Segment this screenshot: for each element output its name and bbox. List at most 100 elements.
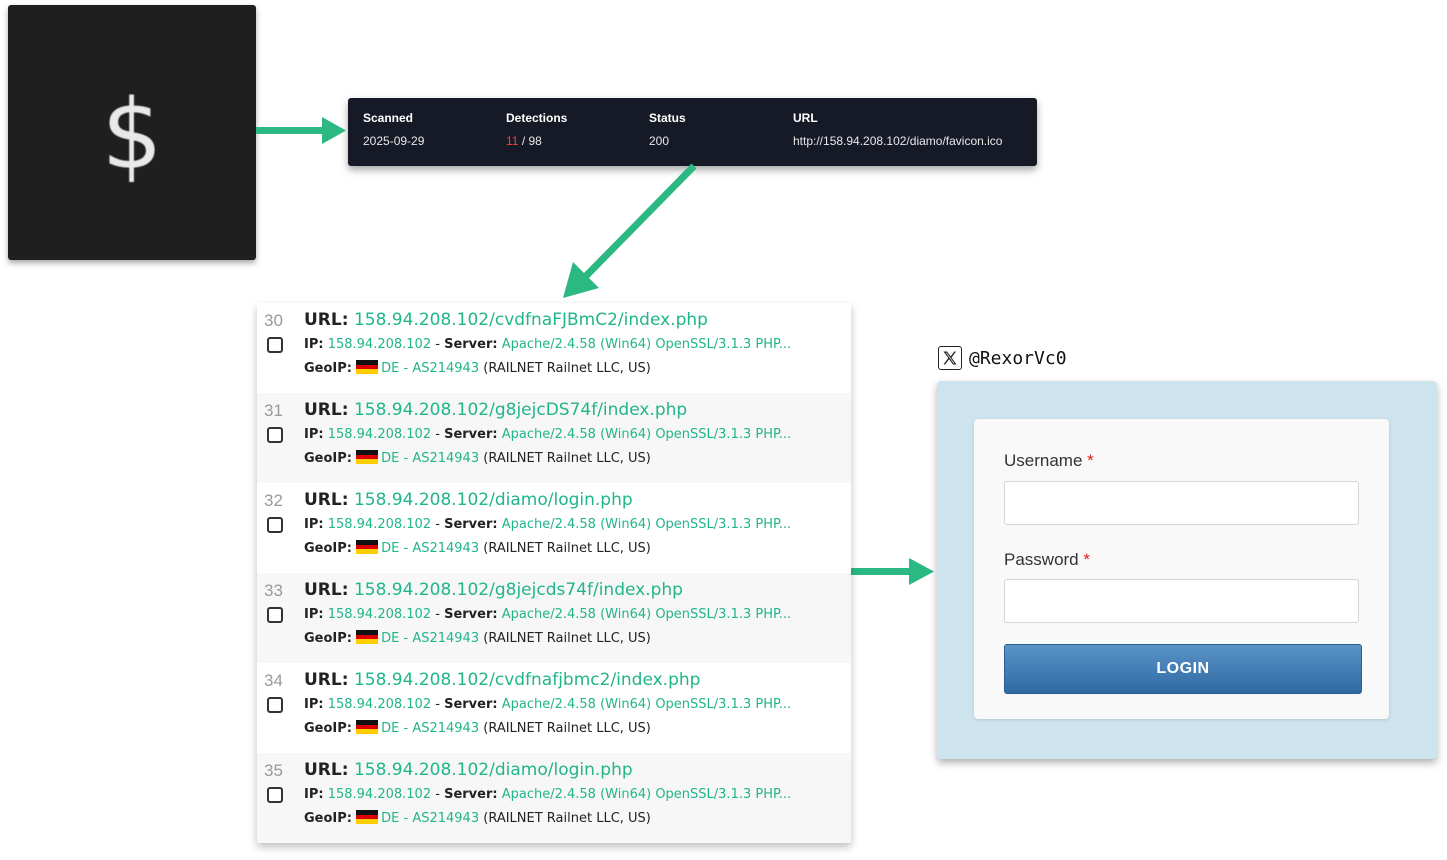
url-link[interactable]: 158.94.208.102/diamo/login.php xyxy=(354,490,633,510)
detections-value: 11 / 98 xyxy=(506,134,567,148)
geoip-line: GeoIP: DE - AS214943 (RAILNET Railnet LL… xyxy=(304,540,651,556)
x-logo-icon xyxy=(938,346,962,370)
ip-line: IP: 158.94.208.102 - Server: Apache/2.4.… xyxy=(304,427,791,442)
germany-flag-icon xyxy=(356,450,379,464)
separator: - xyxy=(431,337,445,352)
country-link[interactable]: DE xyxy=(381,631,399,646)
list-item: 30 URL: 158.94.208.102/cvdfnaFJBmC2/index… xyxy=(257,303,851,393)
status-value: 200 xyxy=(649,134,670,148)
asn-link[interactable]: AS214943 xyxy=(412,541,479,556)
separator: - xyxy=(431,427,445,442)
url-label: URL: xyxy=(304,670,349,690)
ip-link[interactable]: 158.94.208.102 xyxy=(328,607,431,622)
url-link[interactable]: 158.94.208.102/g8jejcds74f/index.php xyxy=(354,580,683,600)
asn-link[interactable]: AS214943 xyxy=(412,811,479,826)
geoip-label: GeoIP: xyxy=(304,631,352,646)
ip-link[interactable]: 158.94.208.102 xyxy=(328,337,431,352)
org-text: (RAILNET Railnet LLC, US) xyxy=(479,631,651,646)
row-number: 30 xyxy=(264,311,283,330)
detections-column: Detections 11 / 98 xyxy=(506,111,567,148)
scanned-column: Scanned 2025-09-29 xyxy=(363,111,424,148)
row-number: 32 xyxy=(264,491,283,510)
url-line: URL: 158.94.208.102/diamo/login.php xyxy=(304,490,633,510)
ip-link[interactable]: 158.94.208.102 xyxy=(328,697,431,712)
server-link[interactable]: Apache/2.4.58 (Win64) OpenSSL/3.1.3 PHP.… xyxy=(502,517,791,532)
org-text: (RAILNET Railnet LLC, US) xyxy=(479,361,651,376)
required-mark: * xyxy=(1083,550,1090,569)
server-link[interactable]: Apache/2.4.58 (Win64) OpenSSL/3.1.3 PHP.… xyxy=(502,337,791,352)
germany-flag-icon xyxy=(356,630,379,644)
url-link[interactable]: 158.94.208.102/g8jejcDS74f/index.php xyxy=(354,400,687,420)
row-number: 34 xyxy=(264,671,283,690)
server-link[interactable]: Apache/2.4.58 (Win64) OpenSSL/3.1.3 PHP.… xyxy=(502,697,791,712)
ip-line: IP: 158.94.208.102 - Server: Apache/2.4.… xyxy=(304,607,791,622)
ip-link[interactable]: 158.94.208.102 xyxy=(328,787,431,802)
url-label: URL: xyxy=(304,490,349,510)
separator: - xyxy=(431,517,445,532)
ip-link[interactable]: 158.94.208.102 xyxy=(328,427,431,442)
ip-label: IP: xyxy=(304,607,324,622)
list-item: 33 URL: 158.94.208.102/g8jejcds74f/index.… xyxy=(257,573,851,663)
germany-flag-icon xyxy=(356,360,379,374)
ip-label: IP: xyxy=(304,427,324,442)
ip-label: IP: xyxy=(304,697,324,712)
row-checkbox[interactable] xyxy=(267,427,283,443)
country-link[interactable]: DE xyxy=(381,451,399,466)
url-link[interactable]: 158.94.208.102/diamo/login.php xyxy=(354,760,633,780)
list-item: 35 URL: 158.94.208.102/diamo/login.php IP:… xyxy=(257,753,851,843)
row-checkbox[interactable] xyxy=(267,337,283,353)
ip-label: IP: xyxy=(304,517,324,532)
ip-line: IP: 158.94.208.102 - Server: Apache/2.4.… xyxy=(304,337,791,352)
detections-total: / 98 xyxy=(521,134,542,148)
url-line: URL: 158.94.208.102/diamo/login.php xyxy=(304,760,633,780)
separator: - xyxy=(399,721,413,736)
separator: - xyxy=(431,787,445,802)
server-link[interactable]: Apache/2.4.58 (Win64) OpenSSL/3.1.3 PHP.… xyxy=(502,607,791,622)
url-label: URL: xyxy=(304,580,349,600)
status-column: Status 200 xyxy=(649,111,686,148)
login-button[interactable]: LOGIN xyxy=(1004,644,1362,694)
url-label: URL: xyxy=(304,400,349,420)
asn-link[interactable]: AS214943 xyxy=(412,631,479,646)
country-link[interactable]: DE xyxy=(381,361,399,376)
url-link[interactable]: 158.94.208.102/cvdfnafjbmc2/index.php xyxy=(354,670,701,690)
org-text: (RAILNET Railnet LLC, US) xyxy=(479,451,651,466)
asn-link[interactable]: AS214943 xyxy=(412,451,479,466)
handle-text: @RexorVc0 xyxy=(969,347,1067,369)
server-label: Server: xyxy=(444,337,498,352)
ip-label: IP: xyxy=(304,787,324,802)
username-input[interactable] xyxy=(1004,481,1359,525)
country-link[interactable]: DE xyxy=(381,721,399,736)
scanned-header: Scanned xyxy=(363,111,414,125)
row-checkbox[interactable] xyxy=(267,517,283,533)
country-link[interactable]: DE xyxy=(381,541,399,556)
server-link[interactable]: Apache/2.4.58 (Win64) OpenSSL/3.1.3 PHP.… xyxy=(502,427,791,442)
url-line: URL: 158.94.208.102/cvdfnafjbmc2/index.p… xyxy=(304,670,700,690)
username-label-text: Username xyxy=(1004,451,1083,470)
server-link[interactable]: Apache/2.4.58 (Win64) OpenSSL/3.1.3 PHP.… xyxy=(502,787,791,802)
list-item: 31 URL: 158.94.208.102/g8jejcDS74f/index.… xyxy=(257,393,851,483)
scanned-value: 2025-09-29 xyxy=(363,134,425,148)
password-input[interactable] xyxy=(1004,579,1359,623)
geoip-line: GeoIP: DE - AS214943 (RAILNET Railnet LL… xyxy=(304,360,651,376)
url-link[interactable]: 158.94.208.102/cvdfnaFJBmC2/index.php xyxy=(354,310,708,330)
germany-flag-icon xyxy=(356,810,379,824)
geoip-line: GeoIP: DE - AS214943 (RAILNET Railnet LL… xyxy=(304,630,651,646)
url-value[interactable]: http://158.94.208.102/diamo/favicon.ico xyxy=(793,134,1002,148)
country-link[interactable]: DE xyxy=(381,811,399,826)
germany-flag-icon xyxy=(356,540,379,554)
dollar-icon: $ xyxy=(101,78,163,191)
row-checkbox[interactable] xyxy=(267,607,283,623)
geoip-line: GeoIP: DE - AS214943 (RAILNET Railnet LL… xyxy=(304,810,651,826)
url-column: URL http://158.94.208.102/diamo/favicon.… xyxy=(793,111,1002,148)
asn-link[interactable]: AS214943 xyxy=(412,361,479,376)
asn-link[interactable]: AS214943 xyxy=(412,721,479,736)
server-label: Server: xyxy=(444,607,498,622)
url-header: URL xyxy=(793,111,818,125)
results-list: 30 URL: 158.94.208.102/cvdfnaFJBmC2/index… xyxy=(257,303,851,843)
required-mark: * xyxy=(1087,451,1094,470)
row-checkbox[interactable] xyxy=(267,697,283,713)
ip-link[interactable]: 158.94.208.102 xyxy=(328,517,431,532)
url-line: URL: 158.94.208.102/g8jejcDS74f/index.ph… xyxy=(304,400,687,420)
row-checkbox[interactable] xyxy=(267,787,283,803)
